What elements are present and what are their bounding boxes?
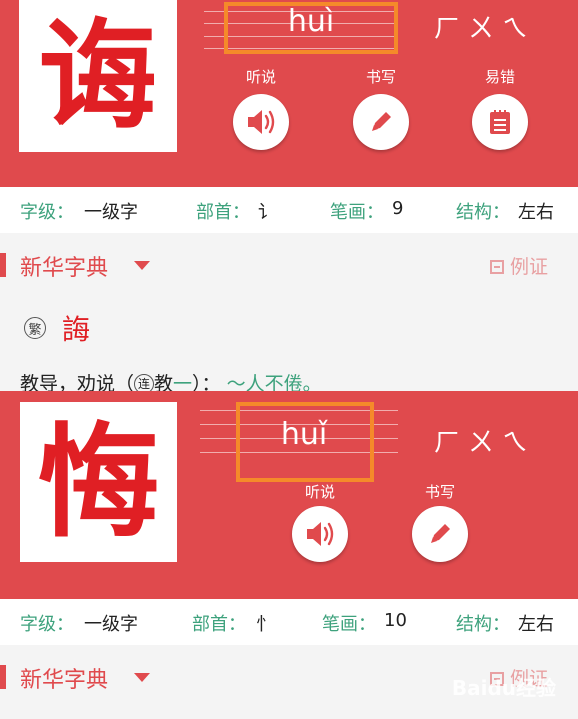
character-box-2: 悔 xyxy=(20,402,177,562)
speaker-icon xyxy=(307,522,334,546)
colon: ： xyxy=(56,614,74,635)
colon: ： xyxy=(492,202,510,223)
big-character-1: 诲 xyxy=(38,6,157,145)
colon: ： xyxy=(56,202,74,223)
dictionary-dropdown-2[interactable]: 新华字典 xyxy=(20,662,108,694)
structure-key-2: 结构 xyxy=(456,614,492,635)
entry-panel-1: 诲 huì ㄏㄨㄟ 听说 书写 易错 字级 ： 一级字 部首 ： 讠 笔画 ： … xyxy=(0,0,578,400)
level-value-1: 一级字 xyxy=(84,202,138,223)
radical-key-1: 部首 xyxy=(196,202,232,223)
level-key-1: 字级 xyxy=(20,202,56,223)
pinyin-highlight-2 xyxy=(236,402,374,482)
colon: ： xyxy=(358,614,376,635)
info-row-1: 字级 ： 一级字 部首 ： 讠 笔画 ： 9 结构 ： 左右 xyxy=(0,187,578,233)
section-marker xyxy=(0,253,6,277)
traditional-character: 誨 xyxy=(62,313,91,346)
zhuyin-text-1: ㄏㄨㄟ xyxy=(434,14,537,44)
structure-value-1: 左右 xyxy=(518,202,554,223)
mistakes-label-1: 易错 xyxy=(484,68,515,86)
pencil-icon xyxy=(431,524,450,543)
level-value-2: 一级字 xyxy=(84,614,138,635)
dictionary-bar-1: 新华字典 例证 xyxy=(0,241,578,289)
dictionary-dropdown-1[interactable]: 新华字典 xyxy=(20,250,108,282)
traditional-badge: 繁 xyxy=(24,317,46,339)
dropdown-arrow-icon[interactable] xyxy=(134,673,150,682)
info-row-2: 字级 ： 一级字 部首 ： 忄 笔画 ： 10 结构 ： 左右 xyxy=(0,599,578,645)
colon: ： xyxy=(366,202,384,223)
colon: ： xyxy=(492,614,510,635)
mistakes-button-1[interactable] xyxy=(472,94,528,150)
entry-panel-2: 悔 huǐ ㄏㄨㄟ 听说 书写 字级 ： 一级字 部首 ： 忄 笔画 ： 10 … xyxy=(0,391,578,719)
zhuyin-text-2: ㄏㄨㄟ xyxy=(434,428,537,458)
colon: ： xyxy=(228,614,246,635)
strokes-value-2: 10 xyxy=(384,610,407,631)
pencil-icon xyxy=(372,112,391,131)
strokes-key-1: 笔画 xyxy=(330,202,366,223)
listen-label-1: 听说 xyxy=(245,68,276,86)
write-label-1: 书写 xyxy=(365,68,396,86)
watermark: Baidu经验 xyxy=(451,676,556,700)
example-toggle-1[interactable]: 例证 xyxy=(490,252,548,279)
colon: ： xyxy=(232,202,250,223)
character-box-1: 诲 xyxy=(19,0,177,152)
character-header-2: 悔 huǐ ㄏㄨㄟ 听说 书写 xyxy=(0,391,578,599)
radical-value-2: 忄 xyxy=(256,614,274,635)
dropdown-arrow-icon[interactable] xyxy=(134,261,150,270)
radical-value-1: 讠 xyxy=(258,202,276,223)
speaker-icon xyxy=(248,110,275,134)
write-label-2: 书写 xyxy=(424,483,455,501)
strokes-key-2: 笔画 xyxy=(322,614,358,635)
structure-key-1: 结构 xyxy=(456,202,492,223)
radical-key-2: 部首 xyxy=(192,614,228,635)
listen-label-2: 听说 xyxy=(304,483,335,501)
notepad-icon xyxy=(490,110,510,134)
write-button-1[interactable] xyxy=(353,94,409,150)
minus-box-icon xyxy=(490,260,504,274)
structure-value-2: 左右 xyxy=(518,614,554,635)
character-header-1: 诲 huì ㄏㄨㄟ 听说 书写 易错 xyxy=(0,0,578,187)
listen-button-2[interactable] xyxy=(292,506,348,562)
write-button-2[interactable] xyxy=(412,506,468,562)
big-character-2: 悔 xyxy=(37,410,160,554)
example-label-1: 例证 xyxy=(510,256,549,278)
section-marker xyxy=(0,665,6,689)
listen-button-1[interactable] xyxy=(233,94,289,150)
strokes-value-1: 9 xyxy=(392,198,404,219)
pinyin-highlight-1 xyxy=(224,2,398,54)
level-key-2: 字级 xyxy=(20,614,56,635)
